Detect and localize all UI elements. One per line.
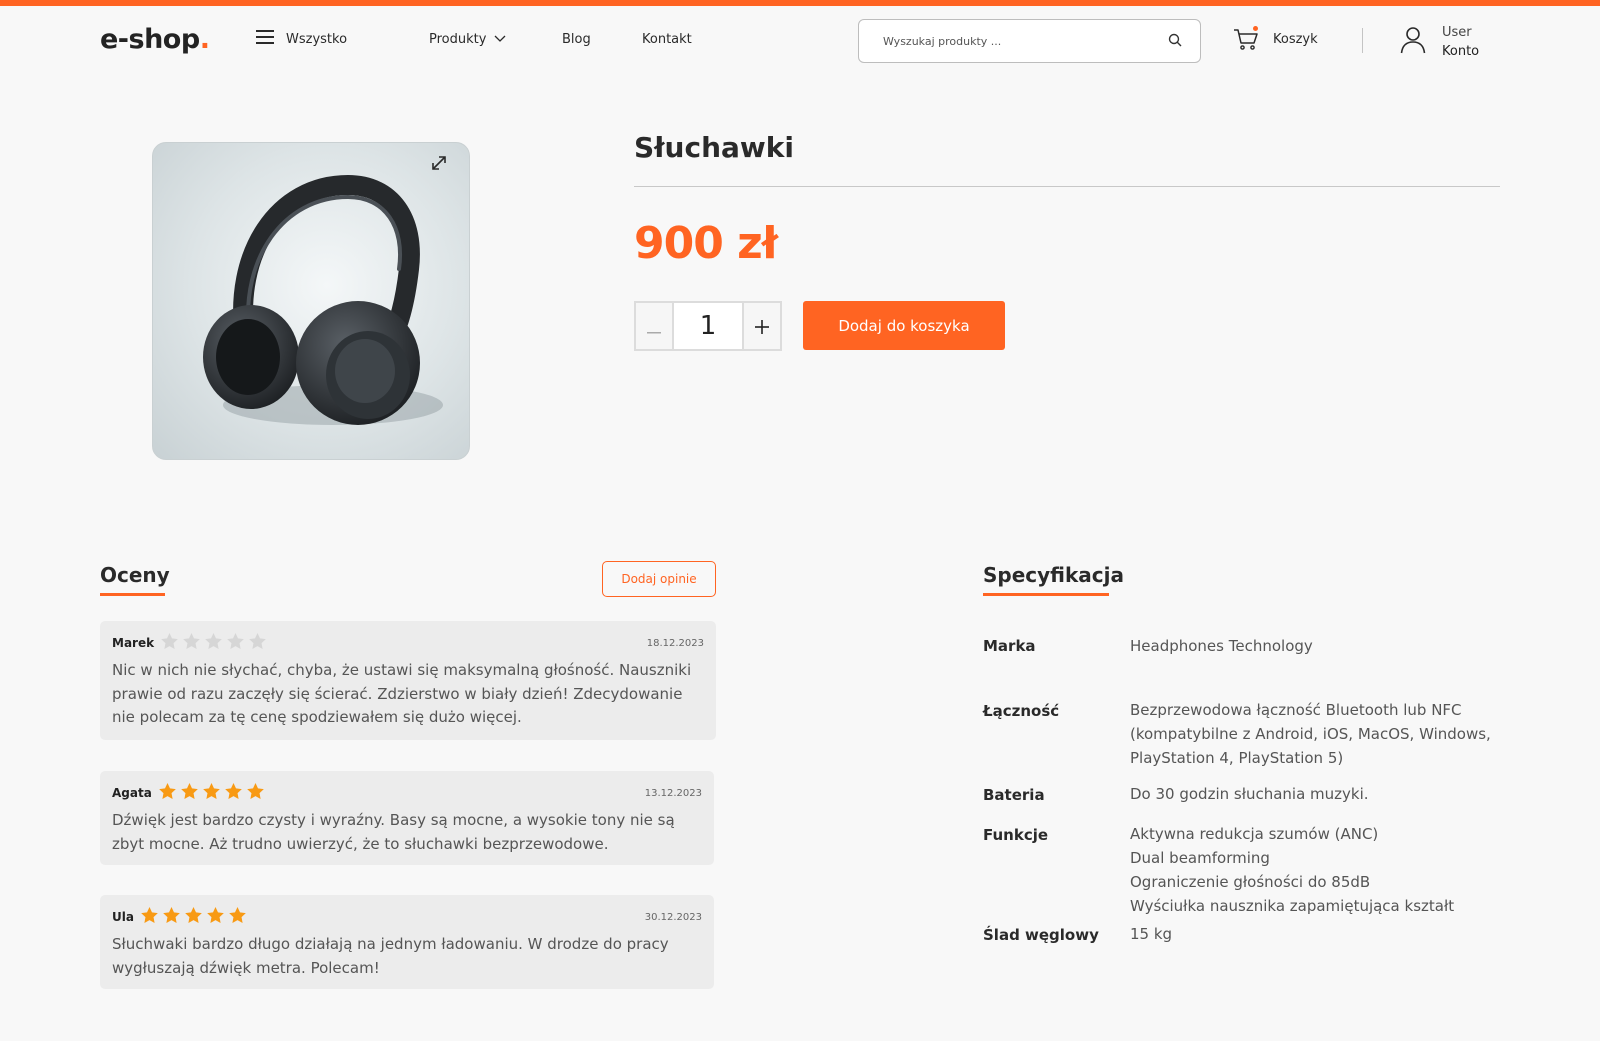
review-date: 30.12.2023 bbox=[644, 911, 702, 923]
account-username: User bbox=[1442, 25, 1472, 40]
header-divider bbox=[1362, 28, 1363, 53]
user-icon bbox=[1400, 26, 1426, 58]
review-stars bbox=[158, 782, 265, 804]
star-icon bbox=[160, 632, 179, 654]
spec-value-features: Aktywna redukcja szumów (ANC) Dual beamf… bbox=[1130, 825, 1455, 915]
specs-title-underline bbox=[983, 593, 1109, 596]
cart-icon bbox=[1233, 26, 1259, 52]
spec-value-brand: Headphones Technology bbox=[1130, 637, 1313, 655]
search-icon bbox=[1168, 32, 1182, 51]
decrease-quantity-button[interactable] bbox=[636, 303, 674, 349]
nav-contact-label: Kontakt bbox=[642, 32, 692, 47]
spec-label-connectivity: Łączność bbox=[983, 702, 1060, 720]
logo-text: e-shop bbox=[100, 24, 200, 55]
nav-blog-label: Blog bbox=[562, 32, 591, 47]
nav-contact[interactable]: Kontakt bbox=[642, 32, 692, 47]
review-stars bbox=[140, 906, 247, 928]
account-button[interactable]: User Konto bbox=[1400, 23, 1479, 61]
star-icon bbox=[204, 632, 223, 654]
star-icon bbox=[206, 906, 225, 928]
star-icon bbox=[246, 782, 265, 804]
hamburger-icon bbox=[256, 30, 274, 48]
review-card: Marek 18.12.2023 Nic w nich nie słychać,… bbox=[100, 621, 716, 740]
review-card: Ula 30.12.2023 Słuchwaki bardzo długo dz… bbox=[100, 895, 714, 989]
cart-label: Koszyk bbox=[1273, 31, 1318, 47]
product-image[interactable] bbox=[152, 142, 470, 460]
review-stars bbox=[160, 632, 267, 654]
star-icon bbox=[228, 906, 247, 928]
top-accent-bar bbox=[0, 0, 1600, 6]
headphones-illustration bbox=[203, 174, 443, 425]
account-label: Konto bbox=[1442, 44, 1480, 59]
star-icon bbox=[202, 782, 221, 804]
search-input[interactable] bbox=[859, 20, 1150, 62]
review-author: Ula bbox=[112, 910, 134, 924]
spec-value-carbon-footprint: 15 kg bbox=[1130, 925, 1173, 943]
cart-notification-dot bbox=[1253, 26, 1258, 31]
product-price: 900 zł bbox=[634, 218, 778, 269]
plus-icon bbox=[755, 312, 769, 340]
spec-value-battery: Do 30 godzin słuchania muzyki. bbox=[1130, 785, 1369, 803]
star-icon bbox=[140, 906, 159, 928]
star-icon bbox=[224, 782, 243, 804]
spec-label-carbon-footprint: Ślad węglowy bbox=[983, 926, 1099, 944]
star-icon bbox=[184, 906, 203, 928]
review-date: 18.12.2023 bbox=[646, 637, 704, 649]
quantity-stepper: 1 bbox=[634, 301, 782, 351]
logo-dot: . bbox=[199, 24, 210, 55]
add-review-button[interactable]: Dodaj opinie bbox=[602, 561, 716, 597]
review-text: Słuchwaki bardzo długo działają na jedny… bbox=[112, 935, 669, 977]
spec-value-connectivity: Bezprzewodowa łączność Bluetooth lub NFC… bbox=[1130, 701, 1491, 767]
star-icon bbox=[226, 632, 245, 654]
specs-title: Specyfikacja bbox=[983, 563, 1125, 587]
chevron-down-icon bbox=[494, 32, 506, 47]
all-categories-label: Wszystko bbox=[286, 31, 348, 47]
nav-products[interactable]: Produkty bbox=[429, 32, 506, 47]
star-icon bbox=[180, 782, 199, 804]
search-bar bbox=[858, 19, 1201, 63]
cart-button[interactable]: Koszyk bbox=[1233, 26, 1318, 52]
expand-image-button[interactable] bbox=[425, 151, 453, 179]
star-icon bbox=[162, 906, 181, 928]
spec-label-battery: Bateria bbox=[983, 786, 1045, 804]
all-categories-menu[interactable]: Wszystko bbox=[256, 30, 347, 48]
reviews-title: Oceny bbox=[100, 563, 170, 587]
star-icon bbox=[158, 782, 177, 804]
product-title: Słuchawki bbox=[634, 131, 795, 164]
reviews-title-underline bbox=[100, 593, 165, 596]
review-text: Nic w nich nie słychać, chyba, że ustawi… bbox=[112, 661, 692, 726]
nav-blog[interactable]: Blog bbox=[562, 32, 591, 47]
minus-icon bbox=[647, 312, 661, 340]
review-author: Marek bbox=[112, 636, 155, 650]
logo[interactable]: e-shop. bbox=[100, 24, 210, 55]
nav-products-label: Produkty bbox=[429, 32, 487, 47]
review-author: Agata bbox=[112, 786, 152, 800]
search-button[interactable] bbox=[1150, 20, 1200, 62]
star-icon bbox=[182, 632, 201, 654]
review-date: 13.12.2023 bbox=[644, 787, 702, 799]
add-to-cart-button[interactable]: Dodaj do koszyka bbox=[803, 301, 1005, 350]
star-icon bbox=[248, 632, 267, 654]
spec-label-features: Funkcje bbox=[983, 826, 1049, 844]
review-card: Agata 13.12.2023 Dźwięk jest bardzo czys… bbox=[100, 771, 714, 865]
title-divider bbox=[634, 186, 1500, 187]
increase-quantity-button[interactable] bbox=[742, 303, 780, 349]
spec-label-brand: Marka bbox=[983, 637, 1036, 655]
review-text: Dźwięk jest bardzo czysty i wyraźny. Bas… bbox=[112, 811, 675, 853]
expand-icon bbox=[430, 154, 448, 176]
quantity-value[interactable]: 1 bbox=[674, 303, 742, 349]
